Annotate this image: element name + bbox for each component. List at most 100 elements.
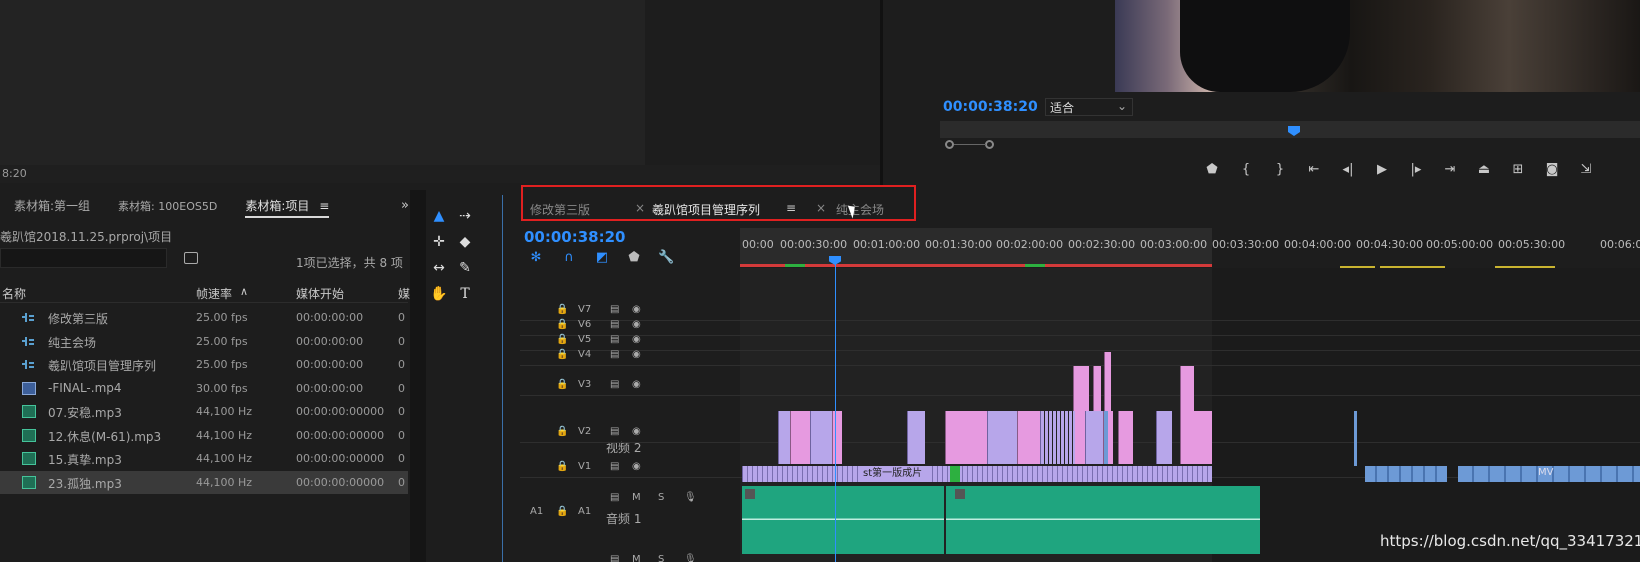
slip-tool-icon[interactable]: ↔ xyxy=(428,257,450,279)
sync-lock-icon[interactable]: ▤ xyxy=(610,334,619,345)
sort-ascending-icon[interactable]: ∧ xyxy=(240,285,248,298)
v1-clip-main[interactable]: st第一版成片 xyxy=(860,466,930,482)
go-to-in-icon[interactable]: ⇤ xyxy=(1297,160,1331,180)
razor-tool-icon[interactable]: ◆ xyxy=(454,231,476,253)
timeline-playhead[interactable] xyxy=(835,258,836,562)
video-clip[interactable] xyxy=(987,411,1017,464)
tab-bin-100eos5d[interactable]: 素材箱: 100EOS5D xyxy=(104,196,231,218)
column-name[interactable]: 名称 xyxy=(2,285,26,302)
video-clip[interactable] xyxy=(1156,411,1172,464)
column-media-start[interactable]: 媒体开始 xyxy=(296,285,344,302)
sync-lock-icon[interactable]: ▤ xyxy=(610,349,619,360)
video-clip[interactable] xyxy=(1085,411,1103,464)
lock-icon[interactable]: 🔒 xyxy=(556,379,568,390)
sync-lock-icon[interactable]: ▤ xyxy=(610,379,619,390)
timeline-timecode[interactable]: 00:00:38:20 xyxy=(524,228,626,246)
wrench-icon[interactable]: 🔧 xyxy=(658,250,674,266)
tab-bin-group-1[interactable]: 素材箱:第一组 xyxy=(0,196,104,218)
video-clip[interactable] xyxy=(1040,411,1075,464)
sync-lock-icon[interactable]: ▤ xyxy=(610,304,619,315)
project-item-row[interactable]: 修改第三版 25.00 fps 00:00:00:00 0 xyxy=(0,306,408,329)
eye-icon[interactable]: ◉ xyxy=(632,349,641,360)
mark-out-icon[interactable]: } xyxy=(1263,160,1297,180)
fit-zoom-select[interactable]: 适合 ⌄ xyxy=(1045,98,1133,116)
source-patch[interactable]: A1 xyxy=(530,506,543,517)
video-clip[interactable] xyxy=(1104,411,1108,464)
project-item-row[interactable]: 12.休息(M-61).mp3 44,100 Hz 00:00:00:00000 0 xyxy=(0,424,408,447)
selection-tool-icon[interactable]: ▲ xyxy=(428,205,450,227)
v1-clip-strip[interactable] xyxy=(742,466,1212,482)
go-to-out-icon[interactable]: ⇥ xyxy=(1433,160,1467,180)
ripple-edit-tool-icon[interactable]: ✛ xyxy=(428,231,450,253)
eye-icon[interactable]: ◉ xyxy=(632,461,641,472)
linked-selection-icon[interactable]: ◩ xyxy=(594,250,610,266)
project-item-row[interactable]: 纯主会场 25.00 fps 00:00:00:00 0 xyxy=(0,330,408,353)
eye-icon[interactable]: ◉ xyxy=(632,334,641,345)
insert-icon[interactable]: ⇲ xyxy=(1569,160,1603,180)
v1-clip-blue[interactable] xyxy=(1365,466,1447,482)
project-item-row[interactable]: -FINAL-.mp4 30.00 fps 00:00:00:00 0 xyxy=(0,377,408,400)
mark-in-icon[interactable]: { xyxy=(1229,160,1263,180)
nest-toggle-icon[interactable]: ✻ xyxy=(528,250,544,266)
sync-lock-icon[interactable]: ▤ xyxy=(610,461,619,472)
mute-button[interactable]: M xyxy=(632,492,641,503)
audio-clip-left[interactable] xyxy=(742,486,944,554)
sync-lock-icon[interactable]: ▤ xyxy=(610,554,619,562)
video-clip[interactable] xyxy=(1180,411,1212,464)
sync-lock-icon[interactable]: ▤ xyxy=(610,492,619,503)
project-search-input[interactable] xyxy=(0,248,167,268)
lock-icon[interactable]: 🔒 xyxy=(556,506,568,517)
mute-button[interactable]: M xyxy=(632,554,641,562)
video-clip[interactable] xyxy=(790,411,810,464)
panel-divider[interactable] xyxy=(880,0,883,185)
program-timecode[interactable]: 00:00:38:20 xyxy=(943,99,1038,115)
microphone-icon[interactable]: 🎙 xyxy=(684,554,697,562)
expand-panels-icon[interactable]: » xyxy=(401,198,409,213)
lift-icon[interactable]: ⏏ xyxy=(1467,160,1501,180)
video-clip[interactable] xyxy=(907,411,925,464)
solo-button[interactable]: S xyxy=(658,554,664,562)
zoom-handle-right[interactable] xyxy=(985,140,994,149)
new-bin-icon[interactable] xyxy=(184,252,198,264)
lock-icon[interactable]: 🔒 xyxy=(556,461,568,472)
tab-bin-project[interactable]: 素材箱:项目 ≡ xyxy=(231,196,343,218)
column-media-extra[interactable]: 媒 xyxy=(398,285,410,302)
project-item-row[interactable]: 羲趴馆项目管理序列 25.00 fps 00:00:00:00 0 xyxy=(0,353,408,376)
eye-icon[interactable]: ◉ xyxy=(632,426,641,437)
lock-icon[interactable]: 🔒 xyxy=(556,349,568,360)
track-select-tool-icon[interactable]: ⇢ xyxy=(454,205,476,227)
video-clip[interactable] xyxy=(1354,411,1357,466)
lock-icon[interactable]: 🔒 xyxy=(556,334,568,345)
lock-icon[interactable]: 🔒 xyxy=(556,426,568,437)
eye-icon[interactable]: ◉ xyxy=(632,304,641,315)
lock-icon[interactable]: 🔒 xyxy=(556,319,568,330)
video-clip[interactable] xyxy=(810,411,832,464)
marker-icon[interactable]: ⬟ xyxy=(1195,160,1229,180)
program-zoom-bar[interactable] xyxy=(940,140,1640,150)
video-clip[interactable] xyxy=(778,411,790,464)
eye-icon[interactable]: ◉ xyxy=(632,379,641,390)
solo-button[interactable]: S xyxy=(658,492,664,503)
snap-icon[interactable]: ∩ xyxy=(561,250,577,266)
v1-clip-green[interactable] xyxy=(950,466,960,482)
sync-lock-icon[interactable]: ▤ xyxy=(610,319,619,330)
video-clip[interactable] xyxy=(945,411,987,464)
microphone-icon[interactable]: 🎙 xyxy=(684,492,697,503)
export-frame-icon[interactable]: ◙ xyxy=(1535,160,1569,180)
step-back-icon[interactable]: ◂| xyxy=(1331,160,1365,180)
sync-lock-icon[interactable]: ▤ xyxy=(610,426,619,437)
eye-icon[interactable]: ◉ xyxy=(632,319,641,330)
play-icon[interactable]: ▶ xyxy=(1365,160,1399,180)
lock-icon[interactable]: 🔒 xyxy=(556,304,568,315)
step-forward-icon[interactable]: |▸ xyxy=(1399,160,1433,180)
audio-clip-right[interactable] xyxy=(946,486,1260,554)
video-clip[interactable] xyxy=(1118,411,1133,464)
add-marker-icon[interactable]: ⬟ xyxy=(626,250,642,266)
hand-tool-icon[interactable]: ✋ xyxy=(428,283,450,305)
column-frame-rate[interactable]: 帧速率 xyxy=(196,285,232,302)
zoom-handle-left[interactable] xyxy=(945,140,954,149)
pen-tool-icon[interactable]: ✎ xyxy=(454,257,476,279)
project-item-row[interactable]: 23.孤独.mp3 44,100 Hz 00:00:00:00000 0 xyxy=(0,470,408,494)
video-clip[interactable] xyxy=(1104,352,1111,366)
type-tool-icon[interactable]: T xyxy=(454,283,476,305)
